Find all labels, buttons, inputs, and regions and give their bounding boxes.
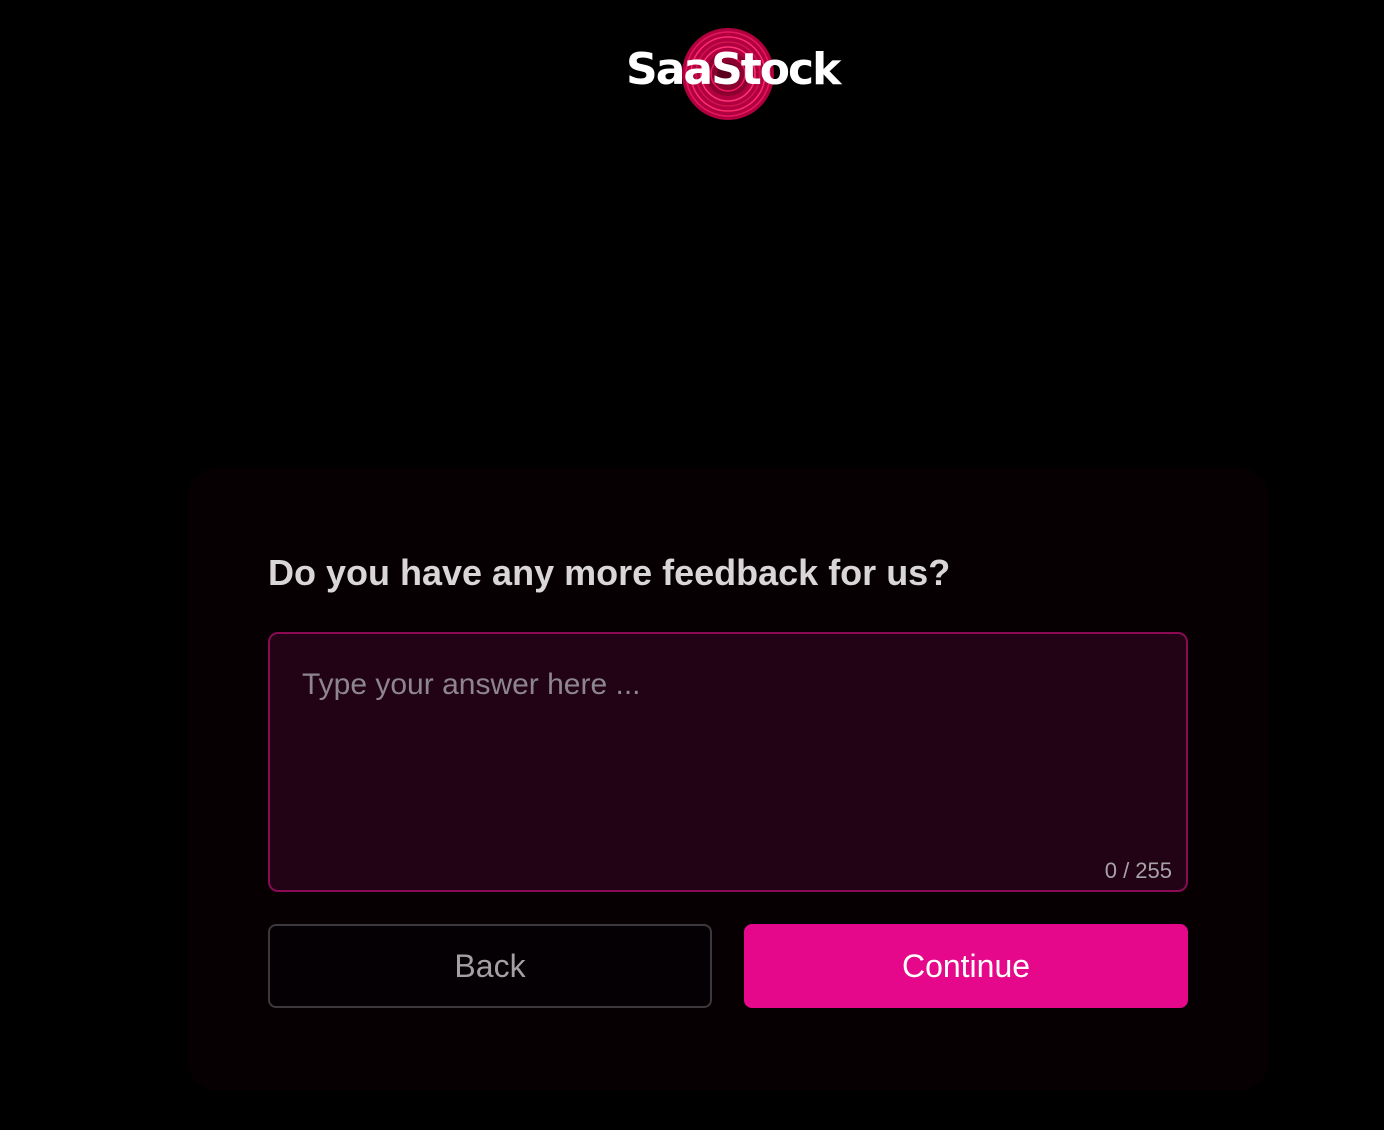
character-counter: 0 / 255 xyxy=(1104,858,1172,883)
continue-button[interactable]: Continue xyxy=(744,924,1188,1008)
back-button-label: Back xyxy=(454,947,526,984)
page: SaaStock Do you have any more feedback f… xyxy=(0,0,1384,1130)
feedback-card: Do you have any more feedback for us? 0 … xyxy=(188,468,1268,1090)
answer-textarea[interactable] xyxy=(270,634,1186,890)
answer-field-container: 0 / 255 xyxy=(268,632,1188,892)
question-heading: Do you have any more feedback for us? xyxy=(268,552,951,593)
back-button[interactable]: Back xyxy=(268,924,712,1008)
saastock-logo: SaaStock xyxy=(624,24,841,124)
logo-text: SaaStock xyxy=(626,44,841,95)
continue-button-label: Continue xyxy=(901,947,1031,984)
